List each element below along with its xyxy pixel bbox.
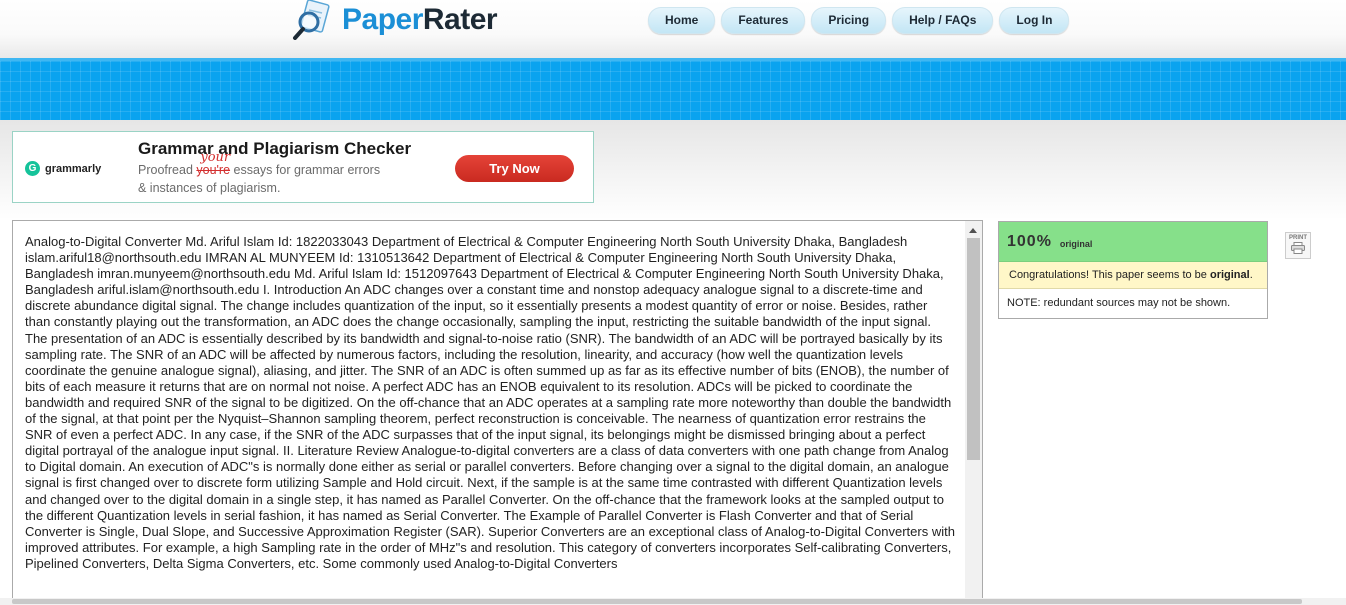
ad-struck-word: you're your [196,150,231,177]
nav-login-button[interactable]: Log In [999,7,1070,34]
try-now-button[interactable]: Try Now [455,155,574,182]
logo-text: PaperRater [342,3,498,37]
site-header: PaperRater Home Features Pricing Help / … [0,0,1346,58]
congrats-bold: original [1209,269,1250,281]
logo-paper: Paper [342,3,423,36]
ad-description-line1: Proofread you're your essays for grammar … [138,150,381,177]
paper-text-area[interactable]: Analog-to-Digital Converter Md. Ariful I… [12,220,983,605]
originality-label: original [1059,238,1093,249]
congrats-suffix: . [1249,269,1253,281]
main-nav: Home Features Pricing Help / FAQs Log In [648,7,1070,34]
horizontal-scrollbar[interactable] [0,598,1346,605]
congratulations-message: Congratulations! This paper seems to be … [999,262,1267,289]
paper-text: Analog-to-Digital Converter Md. Ariful I… [25,234,955,571]
grammarly-ad[interactable]: G grammarly Grammar and Plagiarism Check… [12,131,594,203]
scroll-thumb[interactable] [967,238,980,460]
originality-percent: 100% [1007,232,1052,250]
horizontal-scroll-thumb[interactable] [12,599,1302,604]
scroll-up-arrow-icon[interactable] [969,228,977,233]
ad-line1-suffix: essays for grammar errors [233,163,381,177]
nav-pricing-button[interactable]: Pricing [811,7,887,34]
ad-correction-word: your [200,150,231,165]
print-button[interactable]: PRINT [1285,232,1311,259]
originality-result-box: 100% original Congratulations! This pape… [998,221,1268,319]
nav-home-button[interactable]: Home [648,7,716,34]
grammarly-wordmark: grammarly [45,162,102,175]
vertical-scrollbar[interactable] [965,221,982,605]
ad-description-line2: & instances of plagiarism. [138,181,281,195]
magnifier-paper-icon [293,0,330,40]
ad-title: Grammar and Plagiarism Checker [138,139,412,158]
redundant-sources-note: NOTE: redundant sources may not be shown… [1007,297,1231,309]
grammarly-g-icon: G [25,161,40,176]
blue-banner [0,58,1346,120]
originality-score: 100% original [999,222,1267,262]
logo-rater: Rater [422,3,498,36]
print-label: PRINT [1289,235,1307,241]
grammarly-logo: G grammarly [25,161,101,176]
ad-line1-prefix: Proofread [138,163,193,177]
congrats-prefix: Congratulations! This paper seems to be [1009,269,1210,281]
nav-features-button[interactable]: Features [721,7,806,34]
paperrater-logo[interactable]: PaperRater [292,0,498,40]
printer-icon [1291,242,1305,254]
nav-help-button[interactable]: Help / FAQs [892,7,994,34]
ad-struck-text: you're [196,163,231,177]
